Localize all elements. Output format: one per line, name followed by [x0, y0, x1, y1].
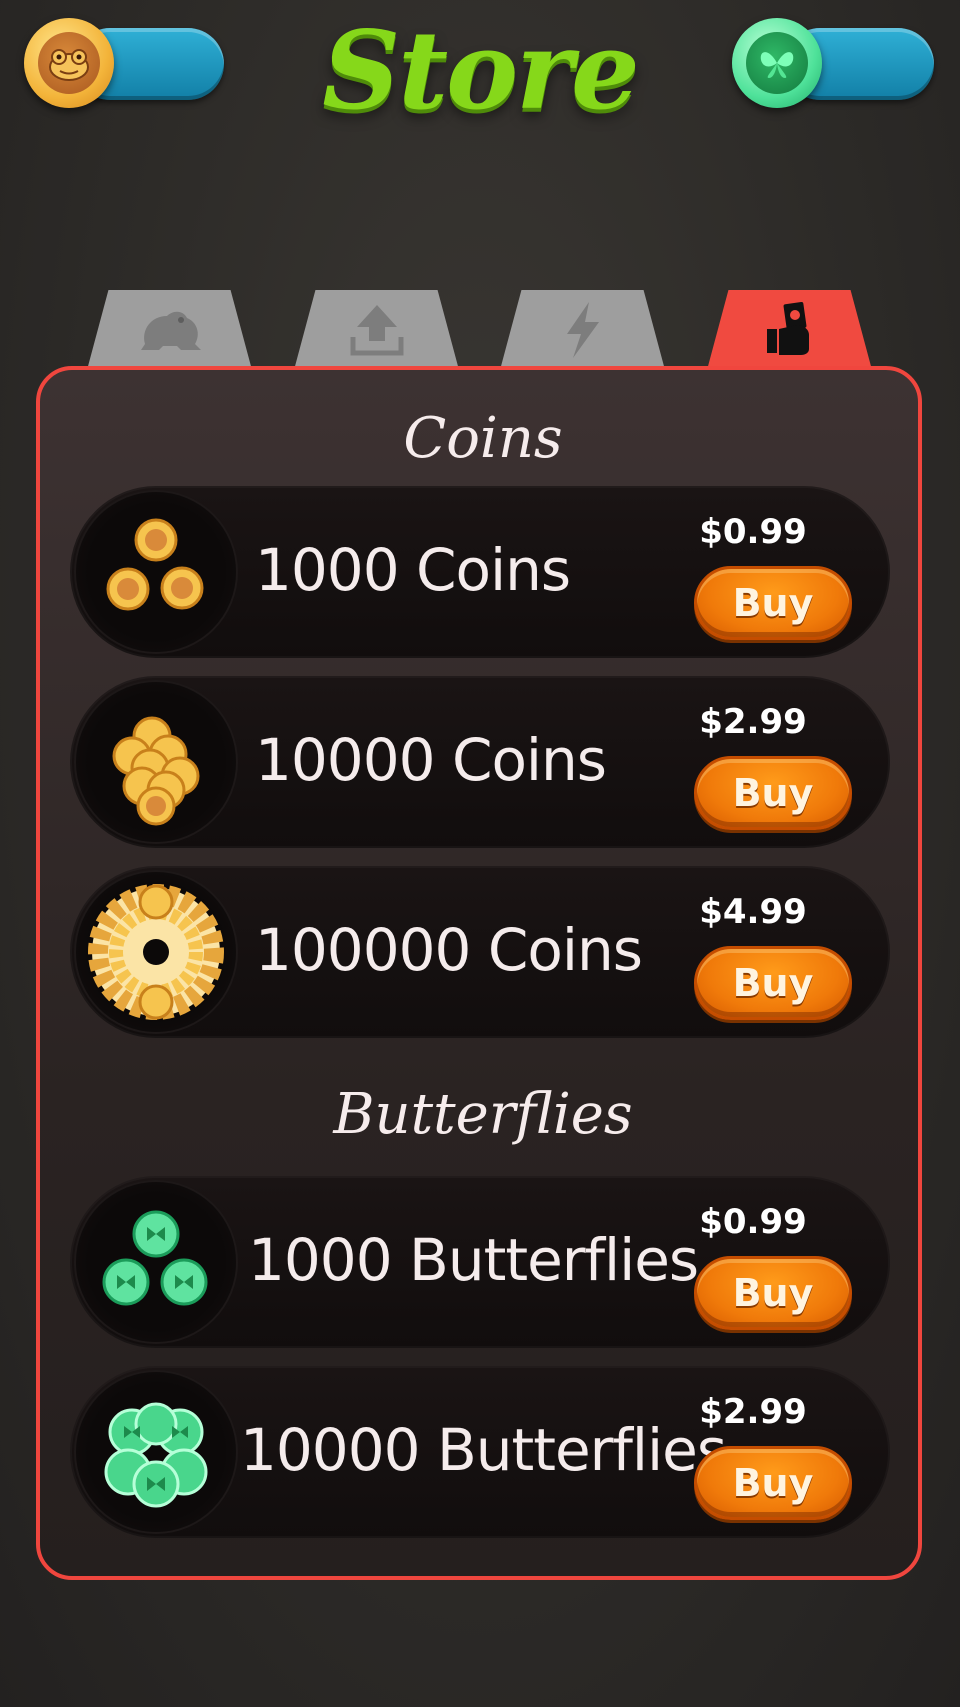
store-panel: Coins 1000 Coins $0.99 Buy 10000 Coins $…	[36, 366, 922, 1580]
butterflies-small-pack-icon	[76, 1182, 236, 1342]
item-price: $2.99	[699, 702, 807, 742]
item-label: 10000 Coins	[255, 726, 607, 794]
buy-button[interactable]: Buy	[694, 1256, 852, 1330]
butterflies-large-pack-icon	[76, 1372, 236, 1532]
coins-large-pack-icon	[76, 872, 236, 1032]
tab-frogs[interactable]	[87, 290, 252, 370]
store-item-row: 1000 Butterflies $0.99 Buy	[70, 1176, 890, 1348]
buy-button[interactable]: Buy	[694, 566, 852, 640]
coins-small-pack-icon	[76, 492, 236, 652]
store-item-row: 10000 Butterflies $2.99 Buy	[70, 1366, 890, 1538]
tab-upgrades[interactable]	[294, 290, 459, 370]
buy-button[interactable]: Buy	[694, 946, 852, 1020]
item-price: $0.99	[699, 1202, 807, 1242]
coins-medium-pack-icon	[76, 682, 236, 842]
lightning-icon	[566, 302, 599, 358]
item-price: $4.99	[699, 892, 807, 932]
store-item-row: 1000 Coins $0.99 Buy	[70, 486, 890, 658]
buy-button[interactable]: Buy	[694, 1446, 852, 1520]
item-price: $2.99	[699, 1392, 807, 1432]
item-price: $0.99	[699, 512, 807, 552]
section-title-butterflies: Butterflies	[333, 1082, 633, 1147]
store-item-row: 10000 Coins $2.99 Buy	[70, 676, 890, 848]
hand-money-icon	[766, 301, 809, 355]
item-label: 1000 Coins	[255, 536, 571, 604]
section-title-coins: Coins	[403, 406, 563, 471]
page-title: Store	[322, 8, 640, 134]
item-label: 100000 Coins	[255, 916, 643, 984]
buy-button[interactable]: Buy	[694, 756, 852, 830]
tab-powerups[interactable]	[500, 290, 665, 370]
item-label: 1000 Butterflies	[248, 1226, 699, 1294]
upload-icon	[350, 305, 403, 356]
tab-store[interactable]	[707, 290, 872, 370]
item-label: 10000 Butterflies	[240, 1416, 727, 1484]
store-item-row: 100000 Coins $4.99 Buy	[70, 866, 890, 1038]
frog-icon	[140, 311, 201, 350]
